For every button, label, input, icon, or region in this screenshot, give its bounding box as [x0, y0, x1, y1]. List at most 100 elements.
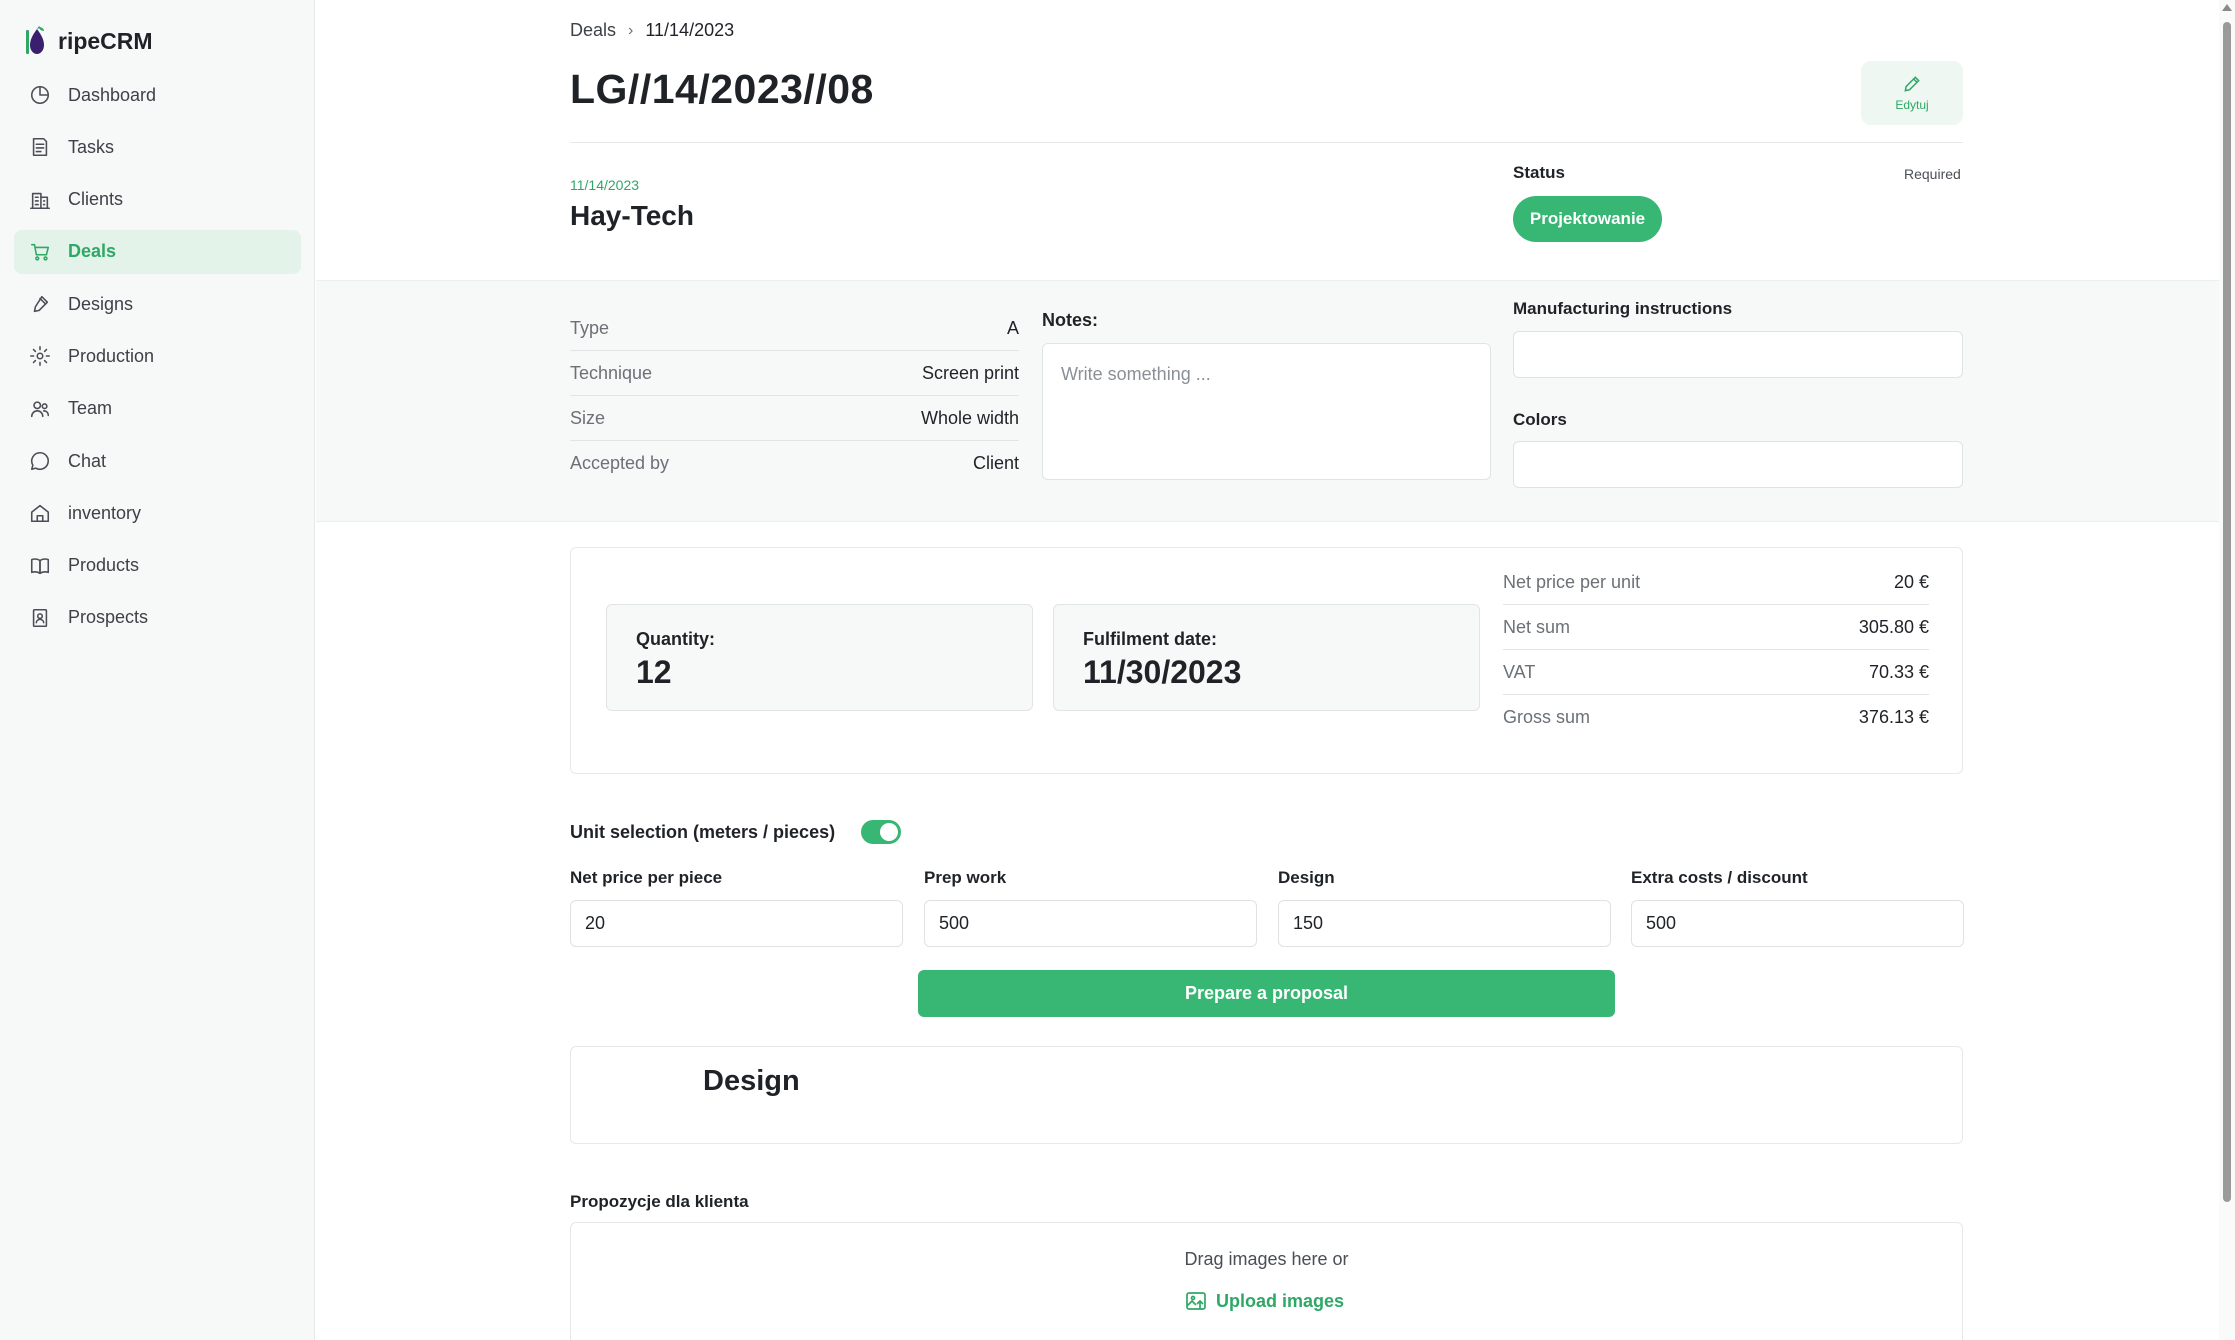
app-logo-icon: [26, 26, 44, 54]
sidebar-item-production[interactable]: Production: [14, 334, 301, 378]
colors-input[interactable]: [1513, 441, 1963, 488]
sidebar-item-products[interactable]: Products: [14, 544, 301, 588]
sidebar-item-label: Dashboard: [68, 84, 157, 105]
toggle-knob: [880, 823, 898, 841]
dashboard-icon: [28, 83, 52, 107]
sidebar-item-label: Chat: [68, 450, 107, 471]
contact-icon: [28, 606, 52, 630]
breadcrumb: Deals › 11/14/2023: [570, 20, 734, 41]
prep-work-field: Prep work: [924, 868, 1257, 947]
price-row-gross-sum: Gross sum 376.13 €: [1503, 695, 1929, 740]
notes-textarea[interactable]: Write something ...: [1042, 343, 1491, 480]
design-section-title: Design: [703, 1065, 800, 1097]
breadcrumb-separator: ›: [628, 21, 634, 39]
price-value: 305.80 €: [1858, 616, 1929, 637]
client-name[interactable]: Hay-Tech: [570, 200, 694, 232]
net-price-per-piece-label: Net price per piece: [570, 868, 723, 887]
brush-icon: [28, 292, 52, 316]
scrollbar-thumb[interactable]: [2223, 22, 2231, 1202]
sidebar-item-tasks[interactable]: Tasks: [14, 125, 301, 169]
book-icon: [28, 554, 52, 578]
brand[interactable]: ripeCRM: [26, 26, 153, 56]
sidebar-item-label: Production: [68, 345, 155, 366]
image-dropzone[interactable]: Drag images here or Upload images: [570, 1222, 1963, 1340]
design-cost-input[interactable]: [1278, 900, 1611, 947]
sidebar-item-inventory[interactable]: inventory: [14, 491, 301, 535]
sidebar-item-dashboard[interactable]: Dashboard: [14, 73, 301, 117]
spec-value: Whole width: [920, 407, 1019, 428]
quantity-label: Quantity:: [636, 629, 715, 649]
manufacturing-instructions-label: Manufacturing instructions: [1513, 299, 1733, 318]
manufacturing-instructions-input[interactable]: [1513, 331, 1963, 378]
title-divider: [570, 142, 1963, 143]
design-cost-field: Design: [1278, 868, 1611, 947]
breadcrumb-deals-link[interactable]: Deals: [570, 20, 616, 41]
price-table: Net price per unit 20 € Net sum 305.80 €…: [1503, 560, 1929, 740]
sidebar-item-designs[interactable]: Designs: [14, 282, 301, 326]
sidebar-item-label: Clients: [68, 189, 124, 210]
status-required-hint: Required: [1904, 166, 1961, 182]
sidebar-item-chat[interactable]: Chat: [14, 439, 301, 483]
prep-work-input[interactable]: [924, 900, 1257, 947]
prepare-proposal-button[interactable]: Prepare a proposal: [918, 970, 1615, 1017]
upload-images-label: Upload images: [1216, 1290, 1345, 1311]
sidebar-item-prospects[interactable]: Prospects: [14, 596, 301, 640]
price-key: Net sum: [1503, 616, 1571, 637]
net-price-per-piece-input[interactable]: [570, 900, 903, 947]
price-key: Net price per unit: [1503, 571, 1641, 592]
tasks-icon: [28, 135, 52, 159]
spec-value: A: [1006, 317, 1019, 338]
unit-selection-label: Unit selection (meters / pieces): [570, 822, 836, 842]
dropzone-text: Drag images here or: [1184, 1249, 1349, 1269]
fulfilment-date-box: Fulfilment date: 11/30/2023: [1053, 604, 1480, 711]
sidebar-item-team[interactable]: Team: [14, 387, 301, 431]
design-section: Design: [570, 1046, 1963, 1144]
page-title: LG//14/2023//08: [570, 66, 874, 112]
pencil-icon: [1904, 76, 1920, 92]
specs-table: Type A Technique Screen print Size Whole…: [570, 306, 1019, 486]
chat-icon: [28, 449, 52, 473]
status-label: Status: [1513, 163, 1565, 182]
spec-key: Size: [570, 407, 606, 428]
sidebar-nav: Dashboard Tasks Clients Deals Designs Pr…: [14, 73, 301, 648]
fulfilment-date-value: 11/30/2023: [1083, 654, 1242, 690]
status-select[interactable]: Projektowanie: [1513, 196, 1662, 242]
spec-row-type: Type A: [570, 306, 1019, 351]
main-content: Deals › 11/14/2023 LG//14/2023//08 Edytu…: [316, 0, 2235, 1340]
sidebar-item-label: Designs: [68, 293, 134, 314]
extra-costs-field: Extra costs / discount: [1631, 868, 1964, 947]
deal-date: 11/14/2023: [570, 177, 640, 193]
spec-value: Client: [972, 453, 1019, 473]
sidebar-item-clients[interactable]: Clients: [14, 178, 301, 222]
sidebar-item-label: Tasks: [68, 136, 115, 157]
unit-selection-toggle[interactable]: [861, 820, 901, 844]
price-row-net-unit: Net price per unit 20 €: [1503, 560, 1929, 605]
app-name: ripeCRM: [58, 27, 153, 54]
price-row-net-sum: Net sum 305.80 €: [1503, 605, 1929, 650]
price-key: Gross sum: [1503, 707, 1591, 727]
team-icon: [28, 397, 52, 421]
sidebar-item-label: Prospects: [68, 607, 149, 628]
sidebar-item-label: inventory: [68, 502, 142, 523]
price-value: 70.33 €: [1868, 661, 1929, 682]
scroll-up-arrow-icon[interactable]: [2222, 4, 2232, 11]
sidebar-item-deals[interactable]: Deals: [14, 229, 301, 274]
page-scrollbar[interactable]: [2219, 0, 2235, 1340]
upload-images-button[interactable]: Upload images: [1184, 1289, 1344, 1313]
summary-card: Quantity: 12 Fulfilment date: 11/30/2023…: [570, 547, 1963, 774]
price-value: 20 €: [1893, 571, 1929, 592]
clients-icon: [28, 188, 52, 212]
gear-icon: [28, 344, 52, 368]
extra-costs-input[interactable]: [1631, 900, 1964, 947]
price-key: VAT: [1503, 661, 1536, 682]
cart-icon: [28, 240, 52, 264]
fulfilment-date-label: Fulfilment date:: [1083, 629, 1217, 649]
edit-button[interactable]: Edytuj: [1861, 61, 1963, 125]
spec-key: Technique: [570, 362, 653, 383]
home-icon: [28, 501, 52, 525]
price-row-vat: VAT 70.33 €: [1503, 650, 1929, 695]
quantity-value: 12: [636, 654, 672, 690]
spec-row-accepted-by: Accepted by Client: [570, 441, 1019, 486]
sidebar-item-label: Products: [68, 555, 140, 576]
spec-value: Screen print: [921, 362, 1019, 383]
